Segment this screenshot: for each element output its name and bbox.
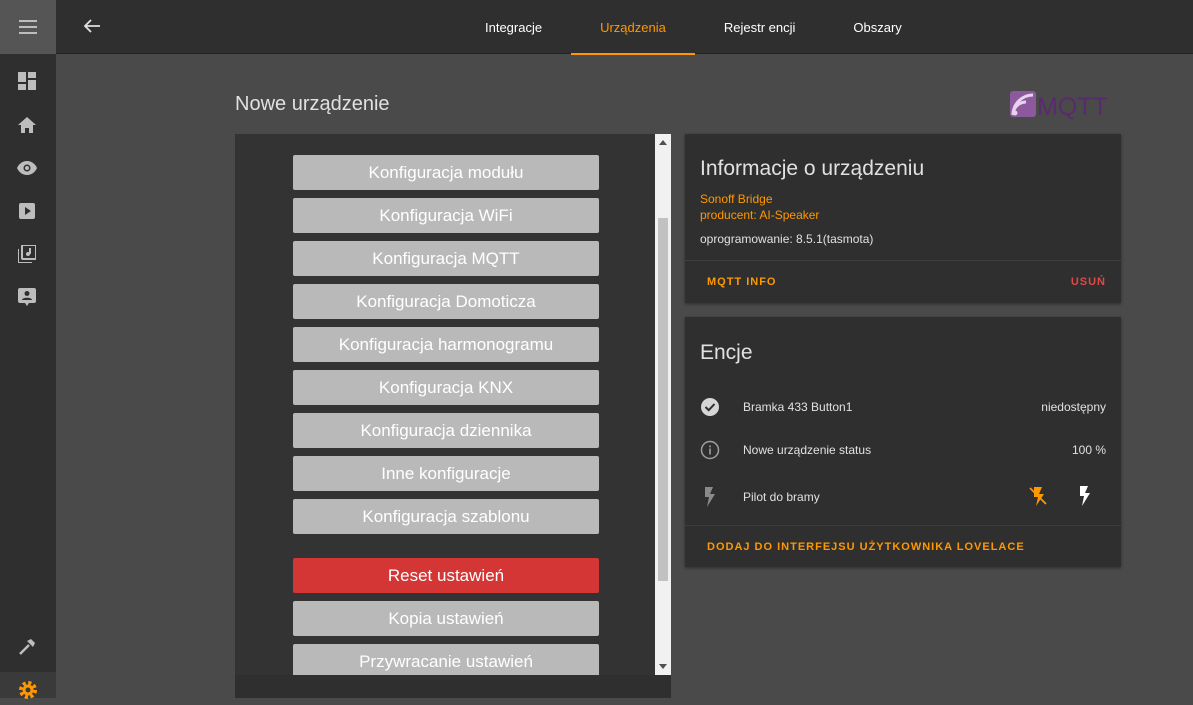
gear-icon bbox=[18, 680, 38, 705]
device-model: Sonoff Bridge bbox=[700, 192, 773, 206]
tab-bar: Integracje Urządzenia Rejestr encji Obsz… bbox=[456, 0, 931, 55]
restore-settings-button[interactable]: Przywracanie ustawień bbox=[293, 644, 599, 675]
account-box-icon[interactable] bbox=[16, 286, 38, 308]
page-title: Nowe urządzenie bbox=[235, 93, 390, 115]
entity-name: Pilot do bramy bbox=[743, 490, 820, 504]
add-to-lovelace-button[interactable]: DODAJ DO INTERFEJSU UŻYTKOWNIKA LOVELACE bbox=[707, 541, 1025, 553]
tab-entity-registry[interactable]: Rejestr encji bbox=[695, 0, 825, 54]
reset-settings-button[interactable]: Reset ustawień bbox=[293, 558, 599, 593]
back-arrow-icon[interactable] bbox=[80, 14, 104, 38]
delete-button[interactable]: USUŃ bbox=[1071, 276, 1106, 288]
info-icon bbox=[700, 440, 720, 460]
tab-devices[interactable]: Urządzenia bbox=[571, 0, 695, 55]
scrollbar[interactable] bbox=[655, 134, 671, 675]
device-info-title: Informacje o urządzeniu bbox=[700, 157, 925, 180]
logging-config-button[interactable]: Konfiguracja dziennika bbox=[293, 413, 599, 448]
tab-integrations[interactable]: Integracje bbox=[456, 0, 571, 54]
entity-state: niedostępny bbox=[1041, 400, 1106, 414]
entity-row[interactable]: Bramka 433 Button1 niedostępny bbox=[685, 387, 1121, 427]
device-config-frame: Konfiguracja modułu Konfiguracja WiFi Ko… bbox=[235, 134, 671, 698]
eye-icon[interactable] bbox=[16, 157, 38, 179]
backup-settings-button[interactable]: Kopia ustawień bbox=[293, 601, 599, 636]
wifi-config-button[interactable]: Konfiguracja WiFi bbox=[293, 198, 599, 233]
home-icon[interactable] bbox=[16, 114, 38, 136]
sidebar bbox=[0, 0, 56, 699]
menu-icon[interactable] bbox=[0, 0, 56, 54]
device-info-card: Informacje o urządzeniu Sonoff Bridge pr… bbox=[685, 134, 1121, 303]
divider bbox=[685, 525, 1121, 526]
domoticz-config-button[interactable]: Konfiguracja Domoticza bbox=[293, 284, 599, 319]
template-config-button[interactable]: Konfiguracja szablonu bbox=[293, 499, 599, 534]
tab-areas[interactable]: Obszary bbox=[824, 0, 930, 54]
entity-name: Bramka 433 Button1 bbox=[743, 400, 853, 414]
mqtt-info-button[interactable]: MQTT INFO bbox=[707, 276, 777, 288]
check-circle-icon bbox=[700, 397, 720, 417]
mqtt-logo-text: MQTT bbox=[1037, 93, 1108, 119]
settings-nav-item[interactable] bbox=[0, 672, 56, 699]
media-library-icon[interactable] bbox=[16, 243, 38, 265]
top-bar: Integracje Urządzenia Rejestr encji Obsz… bbox=[56, 0, 1193, 55]
dashboard-icon[interactable] bbox=[16, 70, 38, 92]
scrollbar-thumb[interactable] bbox=[658, 218, 668, 581]
entity-row[interactable]: Pilot do bramy bbox=[685, 477, 1121, 517]
scroll-up-icon[interactable] bbox=[659, 140, 667, 145]
entities-title: Encje bbox=[700, 341, 753, 364]
entities-card: Encje Bramka 433 Button1 niedostępny Now… bbox=[685, 317, 1121, 567]
flash-on-icon[interactable] bbox=[1077, 486, 1091, 511]
scroll-down-icon[interactable] bbox=[659, 664, 667, 669]
mqtt-config-button[interactable]: Konfiguracja MQTT bbox=[293, 241, 599, 276]
timer-config-button[interactable]: Konfiguracja harmonogramu bbox=[293, 327, 599, 362]
config-scroll-area[interactable]: Konfiguracja modułu Konfiguracja WiFi Ko… bbox=[235, 134, 655, 675]
entity-name: Nowe urządzenie status bbox=[743, 443, 872, 457]
mqtt-logo: MQTT bbox=[1010, 91, 1121, 121]
other-config-button[interactable]: Inne konfiguracje bbox=[293, 456, 599, 491]
divider bbox=[685, 260, 1121, 261]
hammer-icon[interactable] bbox=[16, 636, 38, 658]
module-config-button[interactable]: Konfiguracja modułu bbox=[293, 155, 599, 190]
knx-config-button[interactable]: Konfiguracja KNX bbox=[293, 370, 599, 405]
device-manufacturer: producent: AI-Speaker bbox=[700, 208, 820, 222]
play-box-icon[interactable] bbox=[16, 200, 38, 222]
entity-row[interactable]: Nowe urządzenie status 100 % bbox=[685, 430, 1121, 470]
device-firmware: oprogramowanie: 8.5.1(tasmota) bbox=[700, 232, 874, 246]
flash-off-icon[interactable] bbox=[1028, 486, 1048, 511]
flash-icon bbox=[700, 487, 720, 507]
entity-state: 100 % bbox=[1071, 443, 1106, 457]
